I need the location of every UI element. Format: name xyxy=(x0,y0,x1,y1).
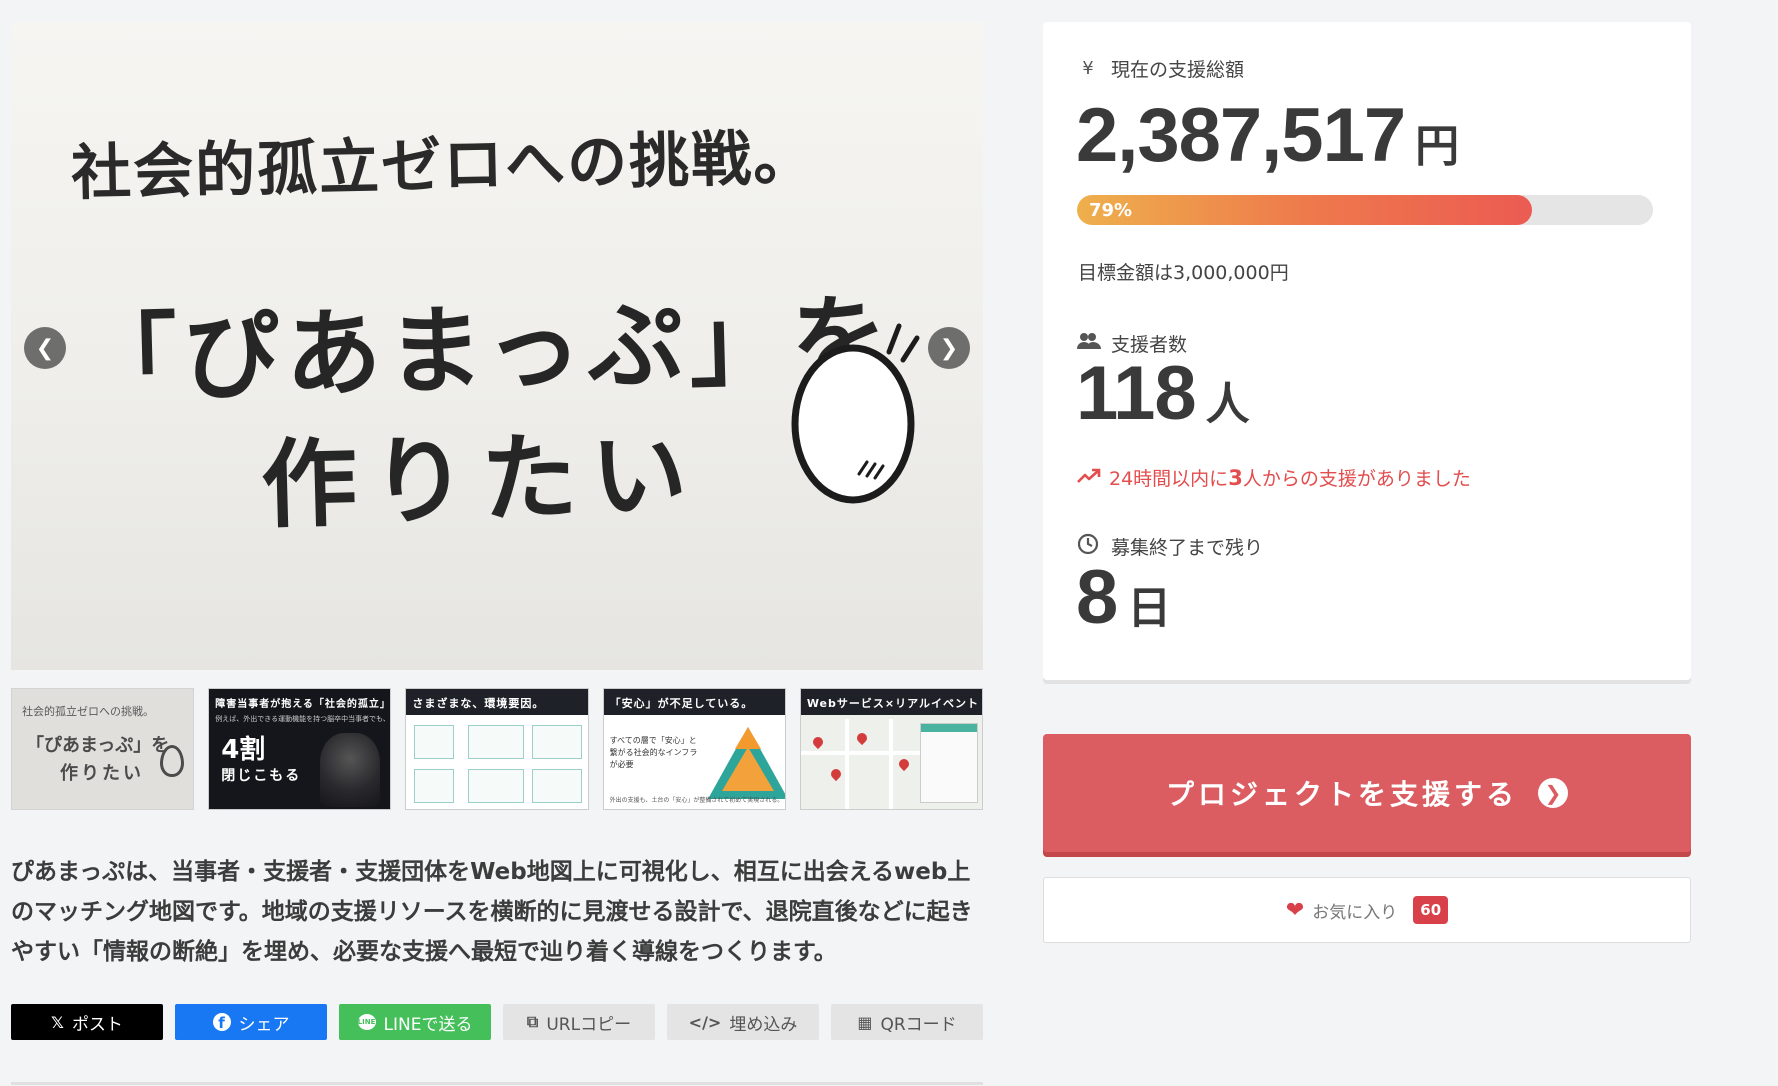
map-panel-header xyxy=(921,724,978,732)
pyramid-chart-middle xyxy=(721,747,774,791)
chevron-left-icon: ❮ xyxy=(35,335,55,361)
goal-amount: 目標金額は3,000,000円 xyxy=(1078,262,1289,284)
remaining-days-number: 8 xyxy=(1076,555,1118,640)
progress-percent: 79% xyxy=(1089,199,1133,221)
chevron-right-icon: ❯ xyxy=(939,335,959,361)
map-pin-icon xyxy=(810,734,825,750)
supporters-unit: 人 xyxy=(1205,379,1250,430)
map-side-panel xyxy=(920,723,979,803)
carousel-next-button[interactable]: ❯ xyxy=(928,327,970,369)
support-project-label: プロジェクトを支援する xyxy=(1165,778,1518,811)
thumbnail-4-title: 「安心」が不足している。 xyxy=(603,689,785,715)
carousel-prev-button[interactable]: ❮ xyxy=(24,327,66,369)
thumbnail-4[interactable]: 「安心」が不足している。 すべての層で「安心」と繋がる社会的なインフラが必要 外… xyxy=(602,688,786,810)
thumbnail-3-title: さまざまな、環境要因。 xyxy=(406,689,588,715)
funding-stats-card: ¥ 現在の支援総額 2,387,517 円 79% 目標金額は3,000,000円… xyxy=(1043,22,1691,680)
favorite-label: お気に入り xyxy=(1312,902,1398,923)
thumbnail-2-subtitle: 例えば、外出できる運動機能を持つ脳卒中当事者でも、 xyxy=(215,715,390,723)
map-pin-icon xyxy=(896,756,911,772)
diagram-box xyxy=(532,725,583,759)
egg-illustration xyxy=(791,323,920,504)
project-description: ぴあまっぷは、当事者・支援者・支援団体をWeb地図上に可視化し、相互に出会えるw… xyxy=(11,859,973,965)
diagram-box xyxy=(414,725,455,759)
person-photo xyxy=(320,733,381,807)
favorite-count-badge: 60 xyxy=(1413,896,1449,924)
total-amount-label: ¥ 現在の支援総額 xyxy=(1077,55,1244,82)
progress-bar-fill: 79% xyxy=(1077,195,1533,225)
funding-progress-bar: 79% xyxy=(1077,195,1653,225)
url-copy-button[interactable]: ⧉ URLコピー xyxy=(503,1004,655,1040)
share-line-label: LINEで送る xyxy=(383,1014,473,1035)
map-road xyxy=(888,719,893,809)
thumbnail-strip: 社会的孤立ゼロへの挑戦。 「ぴあまっぷ」を 作りたい 障害当事者が抱える「社会的… xyxy=(11,688,984,810)
code-icon: </> xyxy=(688,1012,722,1032)
remaining-days-unit: 日 xyxy=(1127,583,1172,634)
copy-icon: ⧉ xyxy=(526,1012,539,1031)
qr-code-button[interactable]: ▦ QRコード xyxy=(831,1004,983,1040)
thumbnail-2[interactable]: 障害当事者が抱える「社会的孤立」 例えば、外出できる運動機能を持つ脳卒中当事者で… xyxy=(208,688,392,810)
map-road xyxy=(844,719,849,809)
diagram-box xyxy=(468,769,525,803)
recent-support-prefix: 24時間以内に xyxy=(1109,468,1229,490)
thumbnail-1-caption: 社会的孤立ゼロへの挑戦。 xyxy=(22,705,154,718)
embed-button[interactable]: </> 埋め込み xyxy=(667,1004,819,1040)
embed-label: 埋め込み xyxy=(729,1014,798,1035)
yen-icon: ¥ xyxy=(1082,58,1094,79)
share-facebook-label: シェア xyxy=(238,1014,290,1035)
thumbnail-5-title: Webサービス×リアルイベント xyxy=(800,689,983,715)
facebook-icon: f xyxy=(212,1013,231,1031)
recent-support-notice: 24時間以内に3人からの支援がありました xyxy=(1077,464,1471,491)
heart-icon: ❤ xyxy=(1285,897,1305,923)
share-x-label: ポスト xyxy=(71,1014,123,1035)
share-x-button[interactable]: 𝕏 ポスト xyxy=(11,1004,163,1040)
share-line-button[interactable]: LINE LINEで送る xyxy=(339,1004,491,1040)
hero-text-line1: 社会的孤立ゼロへの挑戦。 xyxy=(70,123,816,209)
map-pin-icon xyxy=(828,766,843,782)
thumbnail-1-heading: 「ぴあまっぷ」を xyxy=(26,735,170,756)
total-amount-value: 2,387,517 円 xyxy=(1076,92,1459,179)
thumbnail-2-title: 障害当事者が抱える「社会的孤立」 xyxy=(215,699,391,710)
thumbnail-3[interactable]: さまざまな、環境要因。 xyxy=(405,688,589,810)
project-media-column: 社会的孤立ゼロへの挑戦。 「ぴあまっぷ」を 作りたい ❮ ❯ 社会的孤立ゼロへの… xyxy=(11,22,984,1040)
qr-code-icon: ▦ xyxy=(857,1012,873,1032)
hero-text-line2: 「ぴあまっぷ」を xyxy=(79,282,895,417)
thumbnail-4-footnote: 外出の支援も、土台の「安心」が整備されて初めて実現される。 xyxy=(609,797,784,804)
remaining-days-value: 8日 xyxy=(1076,554,1171,641)
trending-up-icon xyxy=(1077,467,1101,489)
thumbnail-2-caption: 閉じこもる xyxy=(221,768,302,784)
line-icon: LINE xyxy=(357,1014,376,1030)
pyramid-chart-top xyxy=(734,727,761,749)
recent-support-suffix: 人からの支援がありました xyxy=(1242,468,1471,490)
total-amount-label-text: 現在の支援総額 xyxy=(1111,59,1245,81)
support-project-button[interactable]: プロジェクトを支援する ❯ xyxy=(1043,734,1691,852)
x-logo-icon: 𝕏 xyxy=(51,1012,64,1032)
map-pin-icon xyxy=(854,730,869,746)
recent-support-count: 3 xyxy=(1228,466,1243,490)
thumbnail-2-big-number: 4割 xyxy=(221,735,266,765)
share-facebook-button[interactable]: f シェア xyxy=(175,1004,327,1040)
egg-icon xyxy=(160,745,184,777)
section-divider xyxy=(11,1082,983,1085)
supporters-number: 118 xyxy=(1076,351,1197,436)
qr-code-label: QRコード xyxy=(880,1014,957,1035)
diagram-box xyxy=(468,725,525,759)
thumbnail-4-text: すべての層で「安心」と繋がる社会的なインフラが必要 xyxy=(609,736,698,769)
thumbnail-1-subheading: 作りたい xyxy=(60,763,144,784)
total-amount-number: 2,387,517 xyxy=(1076,93,1406,178)
share-buttons: 𝕏 ポスト f シェア LINE LINEで送る ⧉ URLコピー </> 埋め… xyxy=(11,1004,983,1040)
url-copy-label: URLコピー xyxy=(546,1014,632,1035)
hero-text-line3: 作りたい xyxy=(259,417,703,542)
main-image-carousel[interactable]: 社会的孤立ゼロへの挑戦。 「ぴあまっぷ」を 作りたい ❮ ❯ xyxy=(11,22,983,670)
total-amount-unit: 円 xyxy=(1415,121,1460,172)
favorite-button[interactable]: ❤ お気に入り 60 xyxy=(1043,877,1691,943)
supporters-value: 118 人 xyxy=(1076,350,1250,437)
thumbnail-1[interactable]: 社会的孤立ゼロへの挑戦。 「ぴあまっぷ」を 作りたい xyxy=(11,688,195,810)
recent-support-text: 24時間以内に3人からの支援がありました xyxy=(1109,464,1471,491)
diagram-box xyxy=(414,769,455,803)
thumbnail-5[interactable]: Webサービス×リアルイベント xyxy=(799,688,984,810)
diagram-box xyxy=(532,769,583,803)
arrow-right-icon: ❯ xyxy=(1538,778,1568,808)
map-road xyxy=(800,751,931,755)
